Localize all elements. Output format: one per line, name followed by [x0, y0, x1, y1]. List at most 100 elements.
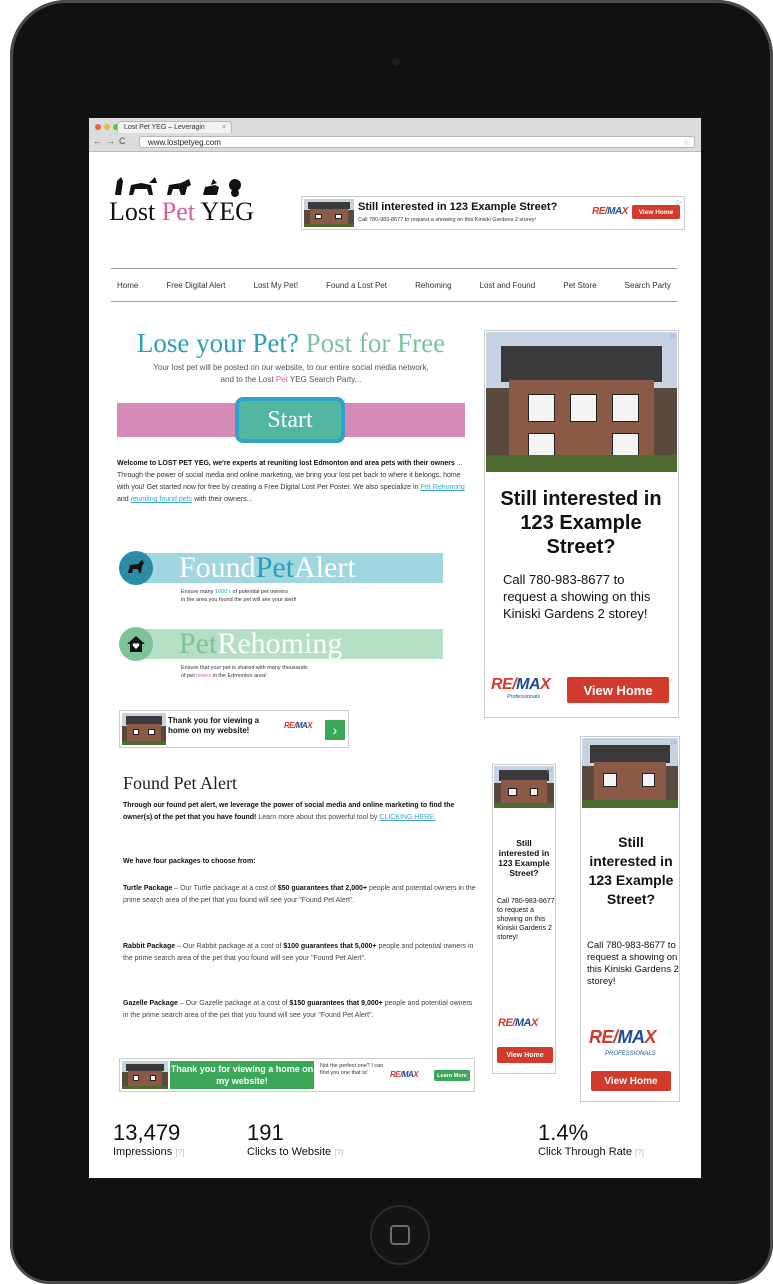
found-intro: Through our found pet alert, we leverage… — [123, 800, 479, 824]
clicking-here-link[interactable]: CLICKING HERE. — [379, 814, 435, 821]
bookmark-star-icon[interactable]: ☆ — [683, 137, 690, 149]
pet-rehoming-link[interactable]: Pet Rehoming — [420, 484, 464, 491]
start-button[interactable]: Start — [235, 397, 345, 443]
nav-lost-and-found[interactable]: Lost and Found — [480, 281, 536, 290]
side-ad-narrow-view-home-button[interactable]: View Home — [497, 1047, 553, 1063]
address-bar[interactable]: www.lostpetyeg.com ☆ — [139, 136, 695, 148]
stat-impressions: 13,479 Impressions [?] — [113, 1121, 184, 1160]
side-ad-narrow-body: Call 780-983-8677 to request a showing o… — [497, 898, 555, 941]
ctr-value: 1.4% — [538, 1120, 589, 1145]
packages-heading: We have four packages to choose from: — [123, 858, 256, 865]
found-banner-desc: Ensure many 1000's of potential pet owne… — [181, 589, 297, 603]
side-ad-medium[interactable]: Still interested in 123 Example Street? … — [580, 736, 680, 1102]
learn-more-button[interactable]: Learn More — [434, 1070, 470, 1081]
clicks-help-icon[interactable]: [?] — [334, 1148, 343, 1157]
welcome-text: Welcome to LOST PET YEG, we're experts a… — [117, 458, 467, 506]
remax-logo: RE/MAX — [592, 206, 628, 217]
side-ad-medium-remax-logo: RE/MAX — [589, 1027, 657, 1047]
gazelle-package: Gazelle Package – Our Gazelle package at… — [123, 1000, 473, 1019]
nav-search-party[interactable]: Search Party — [625, 281, 671, 290]
side-ad-large-house-image — [486, 332, 677, 472]
window-controls — [95, 124, 119, 130]
bottom-ad[interactable]: Thank you for viewing a home on my websi… — [119, 1058, 475, 1092]
welcome-end: with their owners... — [194, 496, 253, 503]
adchoices-icon[interactable]: ▷ — [677, 198, 682, 206]
stat-ctr: 1.4% Click Through Rate [?] — [538, 1121, 644, 1160]
ad-view-home-button[interactable]: View Home — [632, 205, 680, 219]
bottom-ad-aside: Not the perfect one? I can find you one … — [320, 1063, 384, 1076]
impressions-help-icon[interactable]: [?] — [175, 1148, 184, 1157]
side-ad-large-view-home-button[interactable]: View Home — [567, 677, 669, 703]
hero-headline: Lose your Pet? Post for Free — [111, 328, 471, 359]
browser-nav-buttons: ← → C — [93, 136, 126, 146]
pet-silhouettes-icon — [115, 177, 241, 197]
side-ad-large-remax-logo: RE/MAX — [491, 676, 551, 693]
url-text: www.lostpetyeg.com — [148, 138, 221, 147]
side-ad-narrow-headline: Still interested in 123 Example Street? — [498, 838, 550, 878]
ctr-label: Click Through Rate [?] — [538, 1146, 644, 1158]
rehoming-banner-desc: Ensure that your pet is shared with many… — [181, 665, 308, 679]
tablet-screen: Lost Pet YEG – Leveragin × ← → C www.los… — [89, 118, 701, 1178]
forward-icon[interactable]: → — [106, 136, 115, 146]
close-window-icon[interactable] — [95, 124, 101, 130]
nav-free-digital-alert[interactable]: Free Digital Alert — [166, 281, 225, 290]
reload-icon[interactable]: C — [119, 136, 126, 146]
side-ad-medium-adchoices-icon[interactable]: ▷ — [672, 738, 677, 746]
side-ad-narrow-adchoices-icon[interactable]: ▷ — [548, 766, 553, 774]
thanks-ad-arrow-button[interactable]: › — [325, 720, 345, 740]
side-ad-large-adchoices-icon[interactable]: ▷ — [671, 332, 676, 340]
home-button[interactable] — [370, 1205, 430, 1265]
logo-lost: Lost — [109, 197, 162, 226]
rehoming-banner-stripe: Pet Rehoming — [135, 627, 443, 660]
minimize-window-icon[interactable] — [104, 124, 110, 130]
home-square-icon — [390, 1225, 410, 1245]
nav-rehoming[interactable]: Rehoming — [415, 281, 451, 290]
thanks-ad-text: Thank you for viewing a home on my websi… — [168, 716, 260, 735]
side-ad-medium-body: Call 780-983-8677 to request a showing o… — [587, 940, 679, 987]
side-ad-medium-view-home-button[interactable]: View Home — [591, 1071, 671, 1091]
house-heart-icon — [119, 627, 153, 661]
side-ad-large-body: Call 780-983-8677 to request a showing o… — [503, 572, 651, 621]
side-ad-narrow-house-image — [494, 766, 554, 808]
side-ad-medium-headline: Still interested in 123 Example Street? — [588, 834, 674, 907]
logo-pet: Pet — [161, 197, 195, 226]
back-icon[interactable]: ← — [93, 136, 102, 146]
nav-home[interactable]: Home — [117, 281, 138, 290]
nav-lost-my-pet[interactable]: Lost My Pet! — [254, 281, 298, 290]
subtitle-line-2: and to the Lost Pet YEG Search Party... — [220, 375, 362, 384]
impressions-value: 13,479 — [113, 1120, 181, 1145]
dog-icon — [119, 551, 153, 585]
site-logo[interactable]: Lost Pet YEG — [109, 173, 269, 233]
subtitle-line-1: Your lost pet will be posted on our webs… — [153, 363, 429, 372]
bottom-ad-house-image — [122, 1061, 168, 1089]
browser-chrome: Lost Pet YEG – Leveragin × ← → C www.los… — [89, 118, 701, 152]
welcome-bold: Welcome to LOST PET YEG, we're experts a… — [117, 460, 455, 467]
thanks-ad-remax-logo: RE/MAX — [284, 721, 313, 730]
side-ad-large-subbrand: Professionals — [507, 694, 541, 700]
ctr-help-icon[interactable]: [?] — [635, 1148, 644, 1157]
pet-rehoming-banner[interactable]: Pet Rehoming — [119, 627, 443, 661]
thanks-ad-small[interactable]: Thank you for viewing a home on my websi… — [119, 710, 349, 748]
side-ad-large-headline: Still interested in 123 Example Street? — [500, 488, 662, 558]
found-intro-text: Learn more about this powerful tool by — [258, 814, 378, 821]
clicks-value: 191 — [247, 1120, 284, 1145]
ad-body: Call 780-983-8677 to request a showing o… — [358, 217, 536, 223]
side-ad-large[interactable]: Still interested in 123 Example Street? … — [484, 330, 679, 718]
tab-close-icon[interactable]: × — [222, 122, 226, 133]
leaderboard-ad[interactable]: Still interested in 123 Example Street? … — [301, 196, 685, 230]
bottom-ad-remax-logo: RE/MAX — [390, 1070, 419, 1079]
thanks-ad-house-image — [122, 713, 166, 745]
nav-found-a-lost-pet[interactable]: Found a Lost Pet — [326, 281, 387, 290]
logo-yeg: YEG — [194, 197, 254, 226]
side-ad-narrow[interactable]: Still interested in 123 Example Street? … — [492, 764, 556, 1074]
headline-lose: Lose your Pet? — [136, 328, 299, 358]
rabbit-package: Rabbit Package – Our Rabbit package at a… — [123, 943, 474, 962]
browser-tab[interactable]: Lost Pet YEG – Leveragin × — [117, 121, 232, 133]
side-ad-medium-house-image — [582, 738, 678, 808]
found-banner-stripe: Found Pet Alert — [135, 551, 443, 584]
found-pet-alert-banner[interactable]: Found Pet Alert — [119, 551, 443, 585]
ad-house-image — [304, 199, 354, 227]
reuniting-found-pets-link[interactable]: reuniting found pets — [131, 496, 193, 503]
nav-pet-store[interactable]: Pet Store — [563, 281, 596, 290]
impressions-label: Impressions [?] — [113, 1146, 185, 1158]
